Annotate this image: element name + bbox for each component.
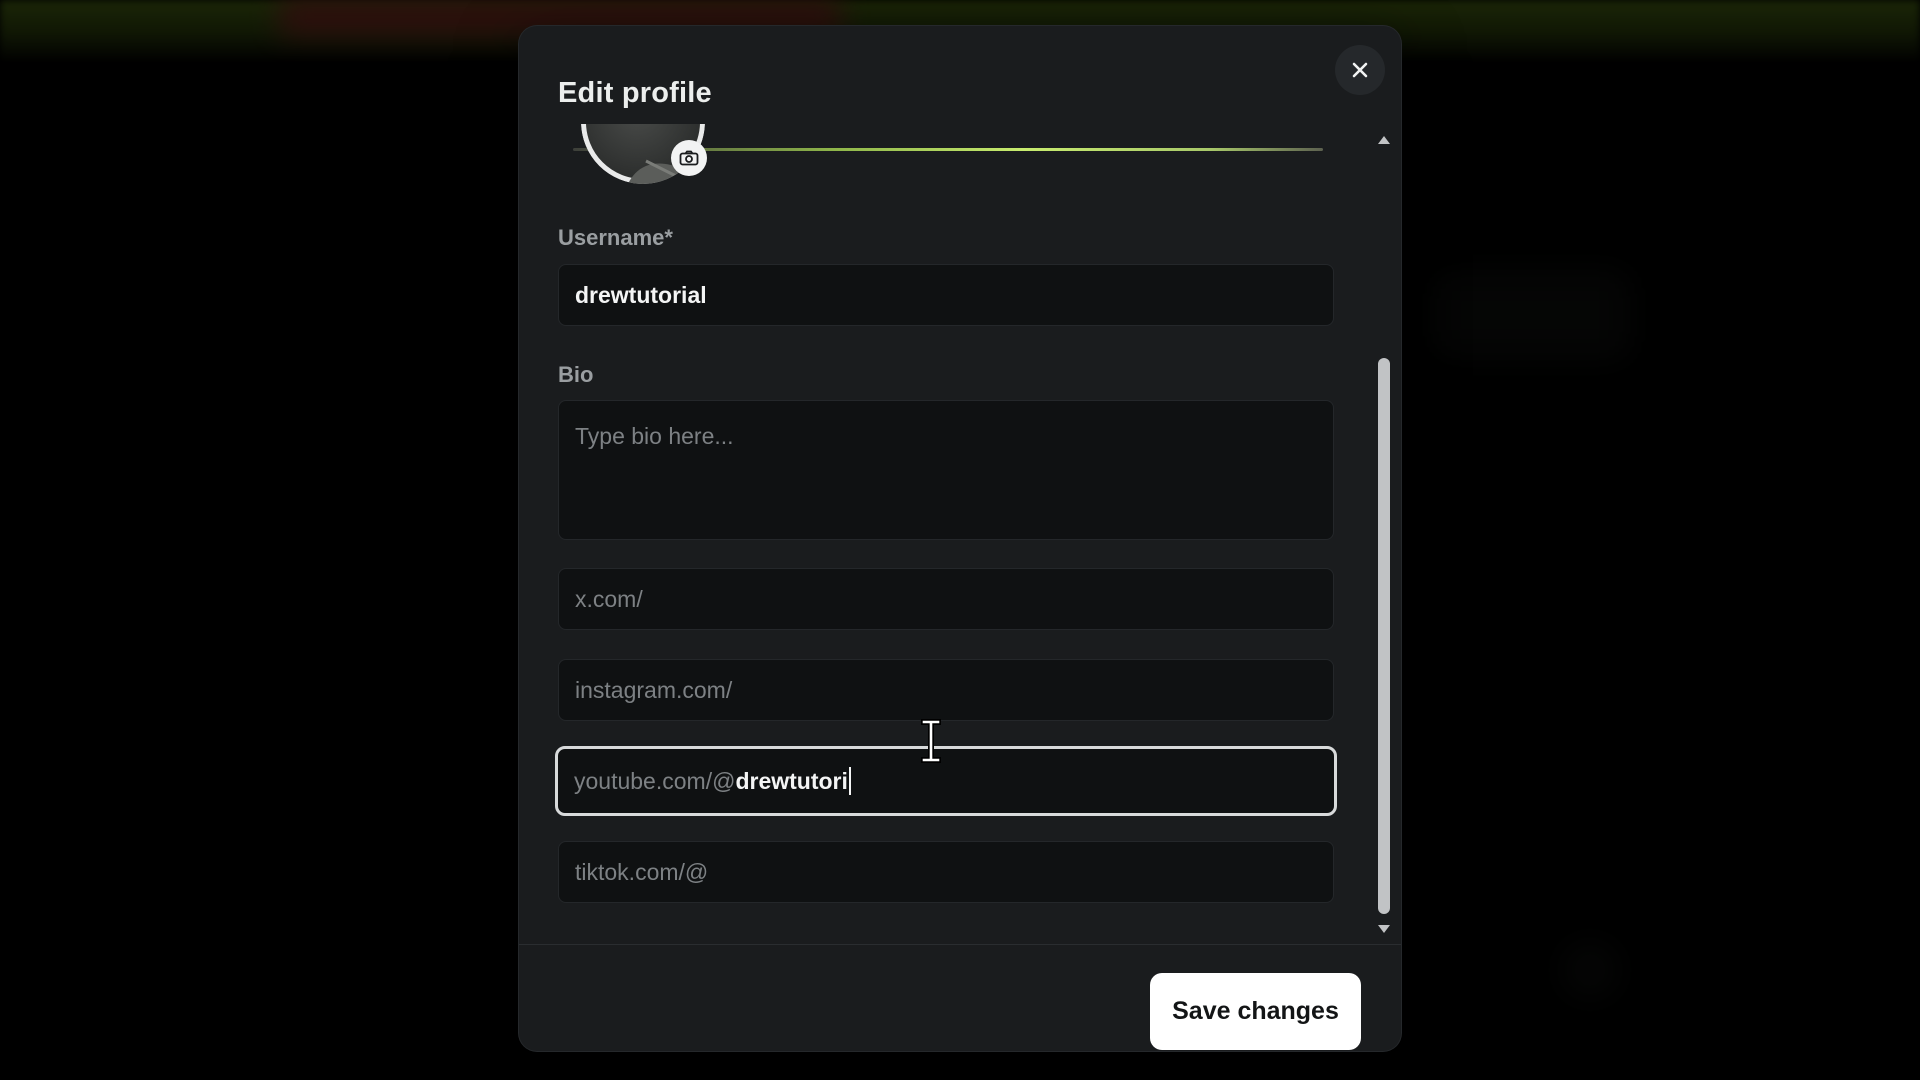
x-link-prefix: x.com/ [575, 585, 643, 612]
bio-label: Bio [558, 362, 594, 387]
save-changes-button[interactable]: Save changes [1150, 973, 1361, 1050]
youtube-link-field[interactable]: youtube.com/@ drewtutori [555, 746, 1337, 816]
tiktok-link-field[interactable]: tiktok.com/@ [558, 841, 1334, 903]
dialog-scroll-area[interactable]: Username* drewtutorial Bio Type bio here… [519, 124, 1389, 944]
x-link-field[interactable]: x.com/ [558, 568, 1334, 630]
tiktok-link-prefix: tiktok.com/@ [575, 858, 709, 885]
close-button[interactable] [1335, 45, 1385, 95]
dialog-scrollbar[interactable] [1375, 126, 1393, 941]
username-field[interactable]: drewtutorial [558, 264, 1334, 326]
text-caret [848, 767, 851, 795]
close-icon [1352, 62, 1368, 78]
dialog-footer: Save changes [519, 944, 1401, 1051]
bio-textarea[interactable]: Type bio here... [558, 400, 1334, 540]
text-cursor-icon [921, 719, 941, 763]
page: Edit profile Username* drewtutorial Bio … [0, 0, 1920, 1080]
scrollbar-thumb[interactable] [1378, 358, 1390, 914]
youtube-link-value: drewtutori [735, 767, 848, 794]
instagram-link-prefix: instagram.com/ [575, 676, 733, 703]
username-value: drewtutorial [575, 281, 707, 308]
dialog-title: Edit profile [558, 77, 712, 109]
instagram-link-field[interactable]: instagram.com/ [558, 659, 1334, 721]
edit-profile-dialog: Edit profile Username* drewtutorial Bio … [519, 26, 1401, 1051]
camera-icon [679, 150, 699, 166]
bio-placeholder: Type bio here... [575, 423, 734, 449]
username-label: Username* [558, 225, 673, 250]
scroll-up-arrow-icon[interactable] [1378, 136, 1390, 144]
change-avatar-button[interactable] [671, 140, 707, 176]
youtube-link-prefix: youtube.com/@ [574, 767, 736, 794]
scroll-down-arrow-icon[interactable] [1378, 925, 1390, 933]
